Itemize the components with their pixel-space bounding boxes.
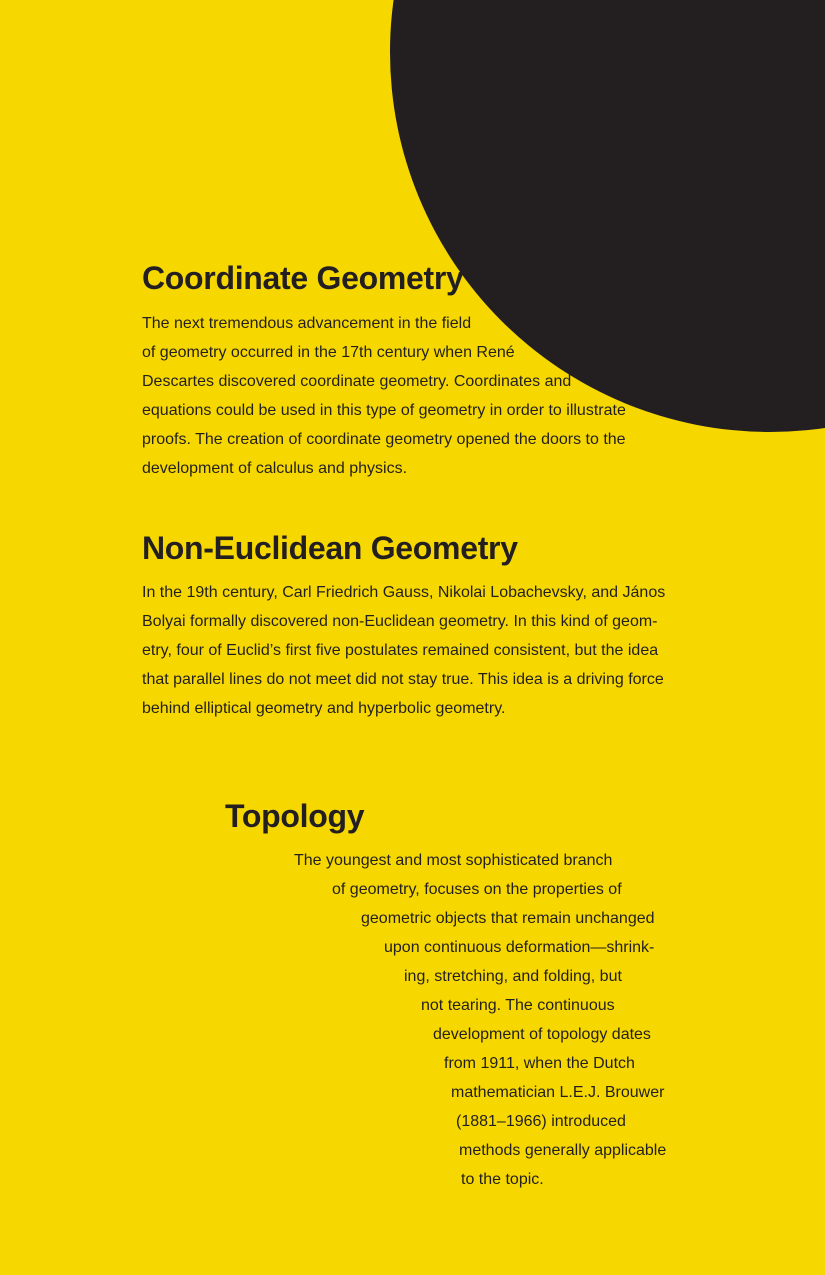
paragraph-line: to the topic. bbox=[461, 1171, 544, 1188]
paragraph-line: In the 19th century, Carl Friedrich Gaus… bbox=[142, 584, 666, 601]
paragraph-line: of geometry, focuses on the properties o… bbox=[332, 881, 622, 898]
paragraph-line: development of topology dates bbox=[433, 1026, 651, 1043]
paragraph-line: (1881–1966) introduced bbox=[456, 1113, 626, 1130]
paragraph-line: The youngest and most sophisticated bran… bbox=[294, 852, 613, 869]
paragraph-line: from 1911, when the Dutch bbox=[444, 1055, 635, 1072]
paragraph-line: of geometry occurred in the 17th century… bbox=[142, 344, 515, 361]
page: Coordinate Geometry The next tremendous … bbox=[0, 0, 825, 1275]
paragraph-line: geometric objects that remain unchanged bbox=[361, 910, 655, 927]
paragraph-line: etry, four of Euclid’s first five postul… bbox=[142, 642, 659, 659]
paragraph-line: mathematician L.E.J. Brouwer bbox=[451, 1084, 665, 1101]
paragraph-line: equations could be used in this type of … bbox=[142, 402, 626, 419]
paragraph-line: not tearing. The continuous bbox=[421, 997, 615, 1014]
paragraph-line: behind elliptical geometry and hyperboli… bbox=[142, 700, 506, 717]
heading-non-euclidean-geometry: Non-Euclidean Geometry bbox=[142, 530, 518, 566]
paragraph-line: development of calculus and physics. bbox=[142, 460, 408, 477]
paragraph-line: upon continuous deformation—shrink- bbox=[384, 939, 655, 956]
heading-topology: Topology bbox=[225, 798, 365, 834]
paragraph-line: ing, stretching, and folding, but bbox=[404, 968, 622, 985]
paragraph-line: Descartes discovered coordinate geometry… bbox=[142, 373, 572, 390]
paragraph-line: that parallel lines do not meet did not … bbox=[142, 671, 664, 688]
paragraph-line: proofs. The creation of coordinate geome… bbox=[142, 431, 626, 448]
paragraph-line: The next tremendous advancement in the f… bbox=[142, 315, 472, 332]
paragraph-line: methods generally applicable bbox=[459, 1142, 667, 1159]
black-circle-decoration bbox=[390, 0, 825, 432]
heading-coordinate-geometry: Coordinate Geometry bbox=[142, 260, 464, 296]
paragraph-line: Bolyai formally discovered non-Euclidean… bbox=[142, 613, 658, 630]
